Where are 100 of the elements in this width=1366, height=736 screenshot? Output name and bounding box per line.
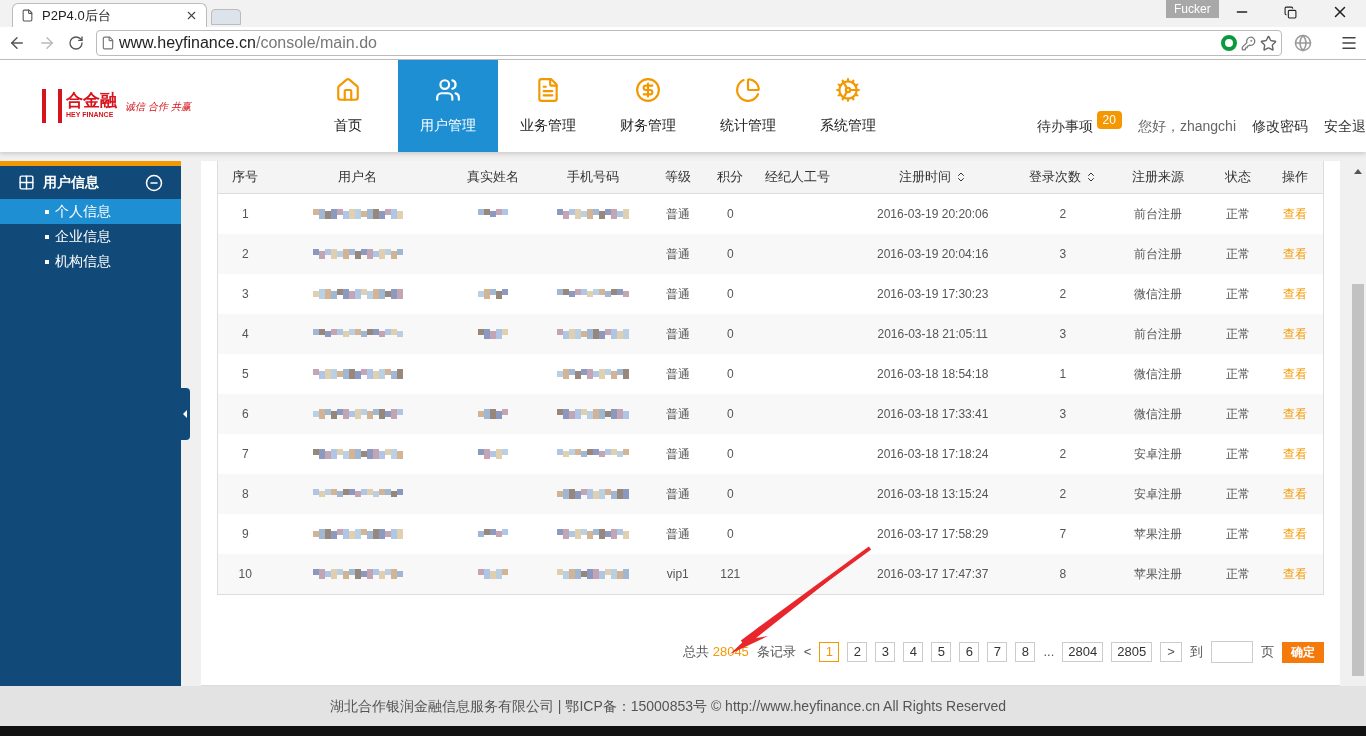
nav-tab[interactable]: 系统管理 — [798, 60, 898, 152]
table-cell-text: 2 — [1058, 486, 1068, 503]
total-label: 条记录 — [756, 643, 796, 662]
page-link[interactable]: 5 — [931, 642, 952, 662]
todo-link[interactable]: 待办事项 — [1036, 115, 1093, 137]
table-cell-text: 2016-03-18 17:33:41 — [876, 406, 990, 423]
table-cell-text: 0 — [725, 246, 735, 263]
column-header: 用户名 — [338, 168, 378, 187]
key-icon[interactable] — [1241, 35, 1256, 51]
table-cell-text: 普通 — [664, 486, 691, 503]
greeting-text: 您好，zhangchi — [1137, 116, 1236, 136]
table-cell-text: 正常 — [1224, 286, 1251, 303]
sidebar-toggle-handle[interactable] — [180, 388, 190, 440]
page-link[interactable]: 2 — [847, 642, 868, 662]
table-cell-text: 正常 — [1224, 446, 1251, 463]
sidebar-item[interactable]: 个人信息 — [0, 199, 181, 224]
table-cell-text: 0 — [725, 446, 735, 463]
browser-tab[interactable]: P2P4.0后台 — [12, 3, 207, 27]
restore-icon[interactable] — [1284, 6, 1297, 19]
page-link[interactable]: 2805 — [1111, 642, 1153, 662]
table-cell-text: 3 — [240, 286, 250, 303]
table-cell-text: 2016-03-18 13:15:24 — [876, 486, 990, 503]
table-cell-text: 苹果注册 — [1132, 566, 1183, 583]
nav-tab[interactable]: 业务管理 — [498, 60, 598, 152]
ellipsis-text: ... — [1043, 643, 1055, 662]
page-link[interactable]: 7 — [987, 642, 1008, 662]
triangle-icon — [183, 410, 188, 418]
page-link[interactable]: 8 — [1015, 642, 1036, 662]
bookmark-star-icon[interactable] — [1260, 34, 1277, 52]
next-page-link[interactable]: > — [1160, 642, 1182, 662]
table-cell-text: 1 — [1058, 366, 1068, 383]
table-cell-text: 2016-03-19 20:04:16 — [876, 246, 990, 263]
page-icon — [21, 9, 34, 22]
sidebar-group-header[interactable]: 用户信息 — [0, 166, 181, 199]
table-cell-text: 2016-03-18 17:18:24 — [876, 446, 990, 463]
page-label: 页 — [1260, 643, 1274, 662]
column-header: 手机号码 — [566, 168, 619, 187]
page-link[interactable]: 3 — [875, 642, 896, 662]
page-link[interactable]: 4 — [903, 642, 924, 662]
menu-icon[interactable] — [1340, 34, 1358, 52]
table-cell-text: 5 — [240, 366, 250, 383]
table-cell-text: 2 — [240, 246, 250, 263]
nav-tab[interactable]: 首页 — [298, 60, 398, 152]
page-link[interactable]: 2804 — [1062, 642, 1104, 662]
document-icon — [535, 76, 561, 103]
column-header: 注册来源 — [1131, 168, 1184, 187]
table-cell-text: 微信注册 — [1132, 286, 1183, 303]
nav-tab[interactable]: 用户管理 — [398, 60, 498, 152]
table-cell-text: 0 — [725, 206, 735, 223]
table-cell-text: 3 — [1058, 326, 1068, 343]
table-cell-text: 0 — [725, 486, 735, 503]
table-cell-text: 2016-03-17 17:58:29 — [876, 526, 990, 543]
back-icon[interactable] — [8, 34, 26, 52]
table-cell-text: 正常 — [1224, 566, 1251, 583]
table-cell-text: 安卓注册 — [1132, 446, 1183, 463]
table-cell-text: 7 — [1058, 526, 1068, 543]
total-count: 28045 — [712, 643, 749, 662]
home-icon — [335, 76, 361, 103]
count-badge: 20 — [1096, 111, 1122, 129]
table-cell-text: 3 — [1058, 246, 1068, 263]
table-cell-text: 普通 — [664, 206, 691, 223]
table-cell-text: 7 — [240, 446, 250, 463]
table-cell-text: 2016-03-19 17:30:23 — [876, 286, 990, 303]
profile-label: Fucker — [1166, 0, 1219, 18]
table-cell-text: 正常 — [1224, 366, 1251, 383]
nav-tab[interactable]: 统计管理 — [698, 60, 798, 152]
table-cell-text: 121 — [719, 566, 742, 583]
table-cell-text: 前台注册 — [1132, 246, 1183, 263]
table-cell-text: 正常 — [1224, 246, 1251, 263]
globe-icon[interactable] — [1294, 34, 1312, 52]
logout-link[interactable]: 安全退 — [1324, 115, 1366, 137]
sidebar-item[interactable]: 企业信息 — [0, 224, 181, 249]
page-link[interactable]: 6 — [959, 642, 980, 662]
extension-icon[interactable] — [1221, 35, 1237, 51]
table-cell-text: 前台注册 — [1132, 326, 1183, 343]
table-cell-text: 普通 — [664, 526, 691, 543]
table-cell-text: 普通 — [664, 366, 691, 383]
page-icon — [101, 36, 115, 50]
column-header[interactable]: 登录次数 — [1028, 167, 1081, 187]
column-header[interactable]: 注册时间 — [898, 167, 951, 187]
collapse-icon[interactable] — [144, 173, 163, 192]
table-cell-text: 普通 — [664, 286, 691, 303]
table-cell-text: 0 — [725, 286, 735, 303]
previous-page-link[interactable]: < — [803, 642, 812, 662]
grid-icon — [18, 174, 35, 191]
page-input[interactable] — [1210, 641, 1253, 663]
pie-chart-icon — [735, 76, 761, 103]
reload-icon[interactable] — [68, 35, 84, 51]
table-cell-text: 2016-03-17 17:47:37 — [876, 566, 990, 583]
change-password-link[interactable]: 修改密码 — [1252, 115, 1308, 137]
table-cell-text: 0 — [725, 326, 735, 343]
nav-tab[interactable]: 财务管理 — [598, 60, 698, 152]
table-cell-text: 正常 — [1224, 206, 1251, 223]
close-icon[interactable] — [185, 9, 198, 22]
sidebar-item[interactable]: 机构信息 — [0, 249, 181, 274]
table-cell-text: 4 — [240, 326, 250, 343]
column-header: 状态 — [1224, 168, 1251, 187]
address-bar[interactable]: www.heyfinance.cn/console/main.do — [96, 30, 1282, 56]
table-cell-text: 微信注册 — [1132, 366, 1183, 383]
table-cell-text: 0 — [725, 366, 735, 383]
